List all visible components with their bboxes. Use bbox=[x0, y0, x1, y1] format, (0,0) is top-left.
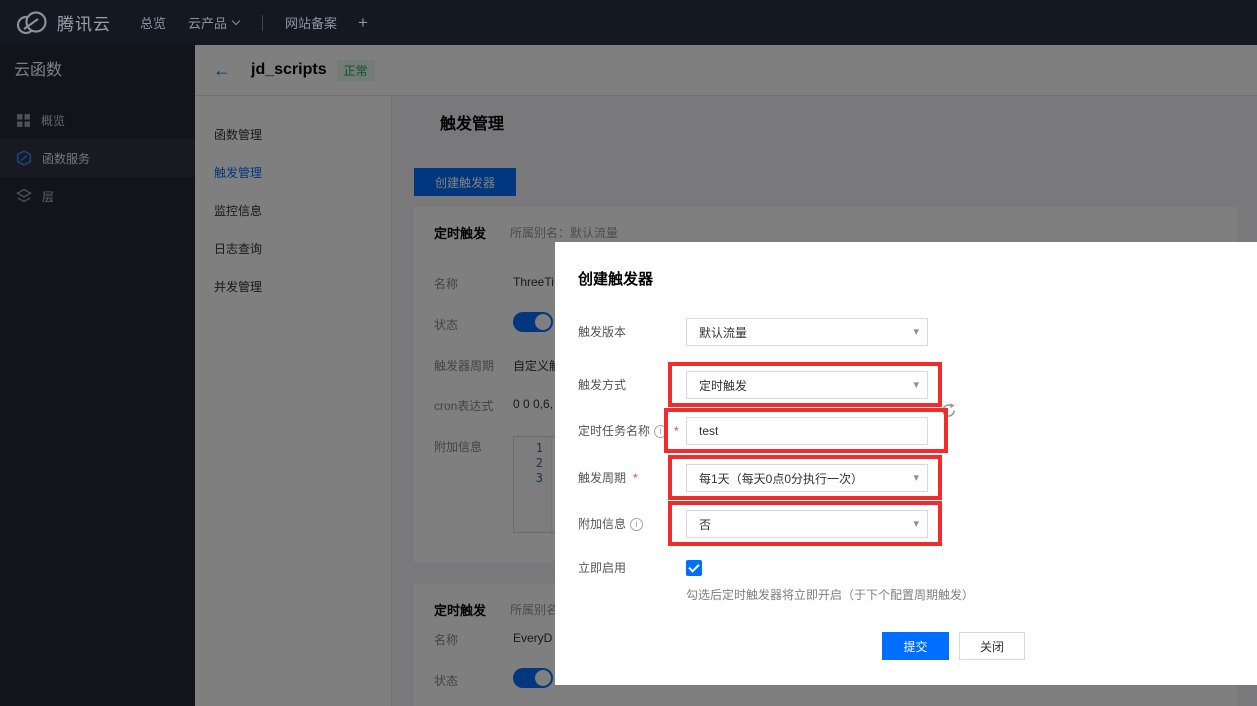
nav-divider bbox=[262, 15, 263, 31]
brand-name: 腾讯云 bbox=[57, 10, 111, 35]
task-name-label: 定时任务名称 * bbox=[578, 417, 679, 445]
trigger-method-select[interactable]: 定时触发 bbox=[686, 371, 928, 399]
close-button[interactable]: 关闭 bbox=[959, 632, 1025, 660]
create-trigger-modal: 创建触发器 触发版本 默认流量 触发方式 定时触发 定时任务名称 * bbox=[555, 242, 1257, 685]
nav-products[interactable]: 云产品 bbox=[188, 0, 239, 45]
extra-info-select[interactable]: 否 bbox=[686, 510, 928, 538]
modal-title: 创建触发器 bbox=[578, 268, 653, 289]
required-asterisk: * bbox=[674, 417, 679, 445]
enable-now-label: 立即启用 bbox=[578, 560, 626, 576]
extra-info-label: 附加信息 bbox=[578, 510, 643, 538]
trigger-version-label: 触发版本 bbox=[578, 318, 626, 346]
trigger-version-select[interactable]: 默认流量 bbox=[686, 318, 928, 346]
trigger-method-label: 触发方式 bbox=[578, 371, 626, 399]
tencent-cloud-logo[interactable]: 腾讯云 bbox=[14, 0, 111, 45]
top-navbar: 腾讯云 总览 云产品 网站备案 + bbox=[0, 0, 1257, 45]
trigger-period-label: 触发周期 * bbox=[578, 464, 638, 492]
chevron-down-icon bbox=[232, 17, 240, 25]
enable-now-note: 勾选后定时触发器将立即开启（于下个配置周期触发） bbox=[686, 586, 974, 603]
task-name-input[interactable] bbox=[686, 417, 928, 445]
trigger-period-select[interactable]: 每1天（每天0点0分执行一次） bbox=[686, 464, 928, 492]
enable-now-checkbox[interactable] bbox=[686, 560, 702, 576]
cloud-logo-icon bbox=[14, 11, 48, 35]
info-icon[interactable] bbox=[654, 425, 667, 438]
nav-beian[interactable]: 网站备案 bbox=[285, 0, 337, 45]
nav-overview[interactable]: 总览 bbox=[140, 0, 166, 45]
submit-button[interactable]: 提交 bbox=[882, 632, 949, 660]
required-asterisk: * bbox=[633, 464, 638, 492]
add-tab-button[interactable]: + bbox=[358, 0, 368, 45]
info-icon[interactable] bbox=[630, 518, 643, 531]
